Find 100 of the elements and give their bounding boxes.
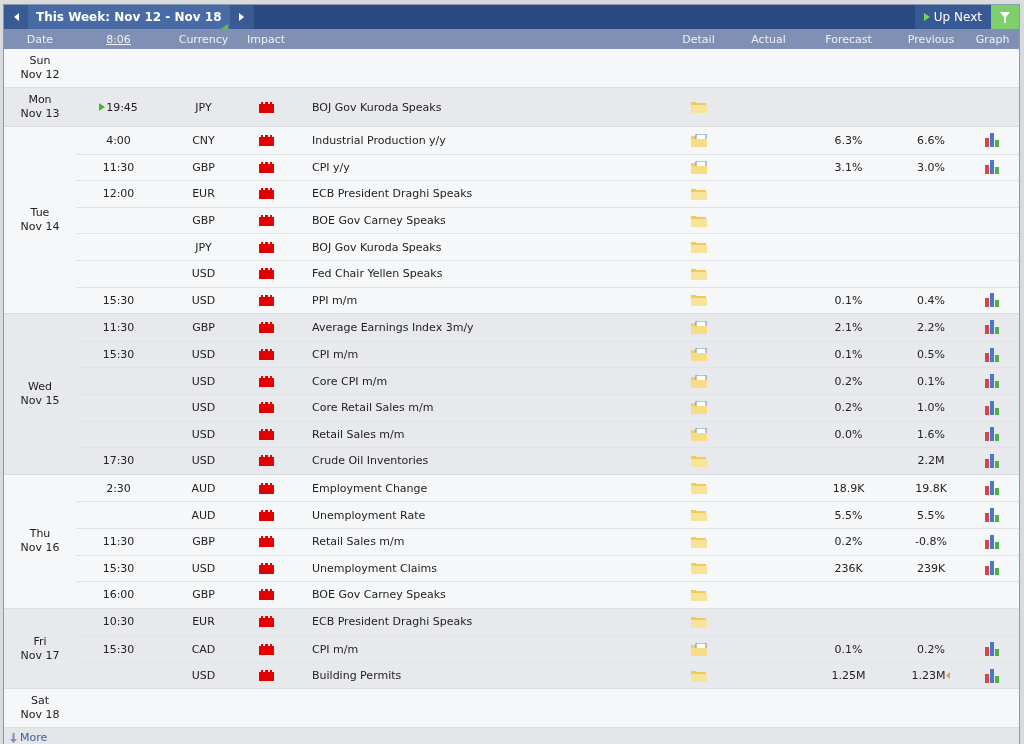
document-folder-icon[interactable] bbox=[690, 320, 707, 334]
event-title[interactable]: CPI y/y bbox=[286, 160, 661, 174]
forecast-value: 0.2% bbox=[834, 535, 863, 549]
impact-icon bbox=[258, 670, 274, 682]
event-title[interactable]: Industrial Production y/y bbox=[286, 133, 661, 147]
impact-icon bbox=[258, 349, 274, 361]
folder-icon[interactable] bbox=[690, 241, 707, 254]
currency-code: GBP bbox=[192, 214, 215, 228]
folder-icon[interactable] bbox=[690, 101, 707, 113]
filter-button[interactable] bbox=[991, 5, 1019, 29]
folder-icon[interactable] bbox=[690, 562, 707, 575]
previous-value: 6.6% bbox=[917, 133, 945, 147]
bar-chart-icon[interactable] bbox=[985, 668, 1000, 683]
event-time: 11:30 bbox=[102, 535, 135, 549]
folder-icon[interactable] bbox=[690, 616, 707, 628]
event-title[interactable]: Unemployment Claims bbox=[286, 561, 661, 575]
bar-chart-icon[interactable] bbox=[985, 642, 1000, 657]
day-name: Thu bbox=[29, 527, 51, 542]
bar-chart-icon[interactable] bbox=[985, 561, 1000, 576]
document-folder-icon[interactable] bbox=[690, 427, 707, 441]
currency-code: USD bbox=[191, 401, 216, 415]
event-time: 11:30 bbox=[102, 320, 135, 334]
more-link[interactable]: More bbox=[4, 728, 1019, 744]
impact-icon bbox=[258, 455, 274, 467]
column-header: Actual bbox=[750, 32, 787, 46]
event-title[interactable]: Unemployment Rate bbox=[286, 508, 661, 522]
event-title[interactable]: Core Retail Sales m/m bbox=[286, 401, 661, 415]
folder-icon[interactable] bbox=[690, 669, 707, 682]
previous-value: 0.1% bbox=[917, 374, 945, 388]
bar-chart-icon[interactable] bbox=[985, 400, 1000, 415]
folder-icon[interactable] bbox=[690, 294, 707, 307]
bar-chart-icon[interactable] bbox=[985, 453, 1000, 468]
event-title[interactable]: ECB President Draghi Speaks bbox=[286, 187, 661, 201]
event-title[interactable]: BOE Gov Carney Speaks bbox=[286, 214, 661, 228]
next-week-button[interactable] bbox=[229, 5, 254, 29]
event-title[interactable]: Core CPI m/m bbox=[286, 374, 661, 388]
event-title[interactable]: Building Permits bbox=[286, 669, 661, 683]
document-folder-icon[interactable] bbox=[690, 642, 707, 656]
previous-value: 239K bbox=[916, 561, 946, 575]
currency-code: USD bbox=[191, 427, 216, 441]
currency-code: JPY bbox=[195, 240, 212, 254]
event-title[interactable]: Employment Change bbox=[286, 481, 661, 495]
document-folder-icon[interactable] bbox=[690, 374, 707, 388]
document-folder-icon[interactable] bbox=[690, 401, 707, 415]
bar-chart-icon[interactable] bbox=[985, 481, 1000, 495]
document-folder-icon[interactable] bbox=[690, 160, 707, 174]
forecast-value: 0.1% bbox=[834, 293, 863, 307]
currency-code: GBP bbox=[192, 160, 215, 174]
impact-icon bbox=[258, 321, 274, 333]
previous-value: 1.0% bbox=[917, 401, 945, 415]
week-label[interactable]: This Week: Nov 12 - Nov 18 bbox=[28, 5, 230, 29]
document-folder-icon[interactable] bbox=[690, 348, 707, 362]
bar-chart-icon[interactable] bbox=[985, 534, 1000, 549]
previous-week-button[interactable] bbox=[4, 5, 28, 29]
currency-code: GBP bbox=[192, 320, 215, 334]
bar-chart-icon[interactable] bbox=[985, 347, 1000, 362]
folder-icon[interactable] bbox=[690, 214, 707, 227]
folder-icon[interactable] bbox=[690, 267, 707, 280]
event-title[interactable]: CPI m/m bbox=[286, 642, 661, 656]
event-title[interactable]: Retail Sales m/m bbox=[286, 535, 661, 549]
folder-icon[interactable] bbox=[690, 454, 707, 467]
folder-icon[interactable] bbox=[690, 535, 707, 548]
day-name: Fri bbox=[33, 634, 47, 649]
bar-chart-icon[interactable] bbox=[985, 293, 1000, 308]
event-title[interactable]: Average Earnings Index 3m/y bbox=[286, 320, 661, 334]
impact-icon bbox=[258, 101, 274, 113]
folder-icon[interactable] bbox=[690, 482, 707, 494]
event-title[interactable]: Crude Oil Inventories bbox=[286, 454, 661, 468]
previous-value: 3.0% bbox=[917, 160, 945, 174]
document-folder-icon[interactable] bbox=[690, 133, 707, 147]
bar-chart-icon[interactable] bbox=[985, 133, 1000, 148]
event-title[interactable]: BOJ Gov Kuroda Speaks bbox=[286, 100, 661, 114]
event-title[interactable]: Fed Chair Yellen Speaks bbox=[286, 267, 661, 281]
day-date: Nov 17 bbox=[20, 648, 60, 663]
forecast-value: 6.3% bbox=[834, 133, 863, 147]
up-next-button[interactable]: Up Next bbox=[914, 5, 991, 29]
column-header: Detail bbox=[681, 32, 716, 46]
previous-value: 5.5% bbox=[917, 508, 945, 522]
folder-icon[interactable] bbox=[690, 188, 707, 200]
event-title[interactable]: Retail Sales m/m bbox=[286, 427, 661, 441]
bar-chart-icon[interactable] bbox=[985, 160, 1000, 175]
currency-code: USD bbox=[191, 669, 216, 683]
event-title[interactable]: BOJ Gov Kuroda Speaks bbox=[286, 240, 661, 254]
corner-triangle-icon bbox=[220, 24, 228, 29]
left-triangle-icon bbox=[13, 13, 19, 21]
folder-icon[interactable] bbox=[690, 588, 707, 601]
bar-chart-icon[interactable] bbox=[985, 508, 1000, 523]
bar-chart-icon[interactable] bbox=[985, 374, 1000, 389]
bar-chart-icon[interactable] bbox=[985, 427, 1000, 442]
event-title[interactable]: ECB President Draghi Speaks bbox=[286, 615, 661, 629]
forecast-value: 5.5% bbox=[834, 508, 863, 522]
column-header: Previous bbox=[906, 32, 956, 46]
impact-icon bbox=[258, 375, 274, 387]
event-title[interactable]: PPI m/m bbox=[286, 293, 661, 307]
event-title[interactable]: BOE Gov Carney Speaks bbox=[286, 588, 661, 602]
event-time: 17:30 bbox=[102, 454, 135, 468]
bar-chart-icon[interactable] bbox=[985, 320, 1000, 335]
currency-code: USD bbox=[191, 454, 216, 468]
event-title[interactable]: CPI m/m bbox=[286, 348, 661, 362]
folder-icon[interactable] bbox=[690, 509, 707, 522]
